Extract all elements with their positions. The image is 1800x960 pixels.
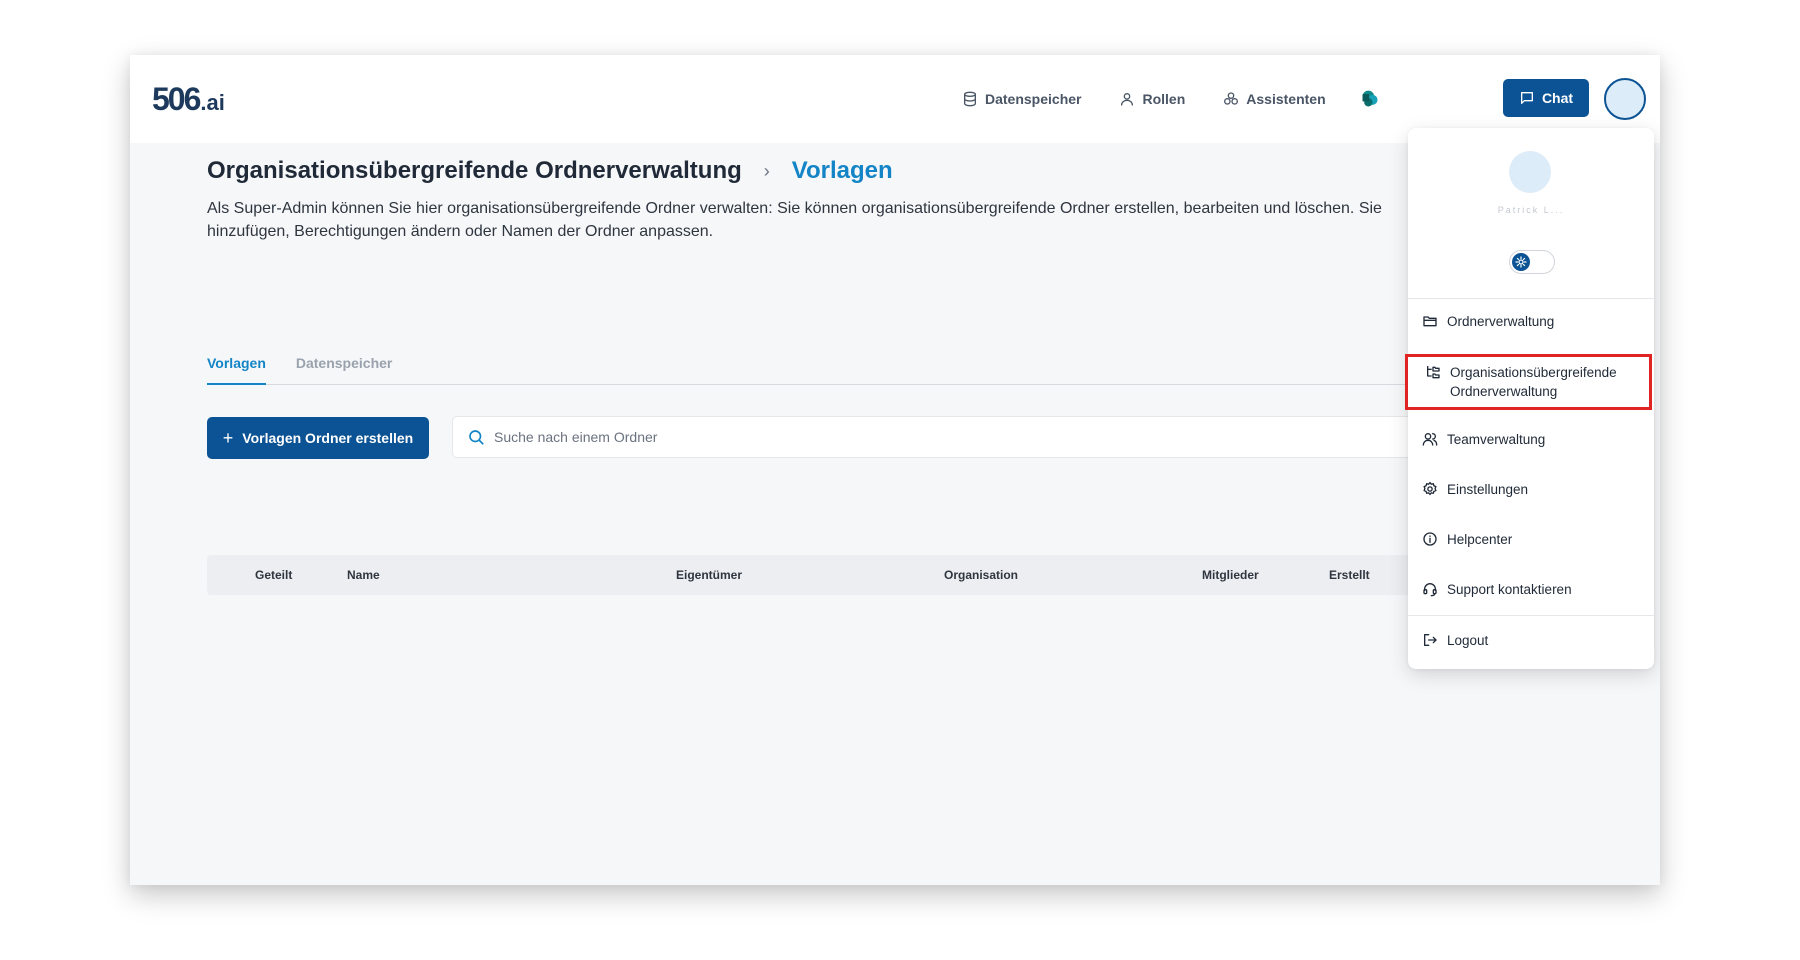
menu-divider: [1408, 298, 1654, 299]
logo-suffix: .ai: [200, 90, 225, 115]
menu-avatar: [1509, 151, 1551, 193]
menu-item-label: Teamverwaltung: [1447, 432, 1546, 447]
search-icon: [469, 430, 484, 445]
chat-button-label: Chat: [1541, 90, 1574, 106]
nav-item-label: Assistenten: [1246, 91, 1326, 107]
users-icon: [1422, 433, 1438, 446]
column-header-erstellt[interactable]: Erstellt: [1329, 568, 1370, 582]
sun-icon: [1515, 256, 1527, 268]
menu-item-label: Ordnerverwaltung: [1447, 314, 1555, 329]
database-icon: [964, 91, 976, 107]
main-nav: Datenspeicher Rollen Assistenten: [962, 84, 1380, 114]
tab-bar: Vorlagen Datenspeicher: [207, 355, 1437, 385]
nav-item-label: Datenspeicher: [985, 91, 1082, 107]
menu-item-label: Einstellungen: [1447, 482, 1529, 497]
menu-item-logout[interactable]: Logout: [1422, 631, 1642, 650]
nav-item-rollen[interactable]: Rollen: [1119, 91, 1185, 107]
tab-vorlagen[interactable]: Vorlagen: [207, 355, 266, 385]
theme-toggle[interactable]: [1509, 250, 1555, 274]
menu-item-label: Helpcenter: [1447, 532, 1513, 547]
headset-icon: [1423, 583, 1437, 597]
user-menu-dropdown: Patrick L... Ordnerverwaltung Organisati…: [1405, 128, 1654, 669]
plugin-brand-icon[interactable]: [1360, 89, 1380, 109]
folder-icon: [1423, 316, 1437, 327]
column-header-mitglieder[interactable]: Mitglieder: [1202, 568, 1259, 582]
nav-item-datenspeicher[interactable]: Datenspeicher: [962, 91, 1081, 107]
gear-icon: [1423, 481, 1437, 496]
create-template-folder-button[interactable]: + Vorlagen Ordner erstellen: [207, 417, 429, 459]
info-icon: [1423, 532, 1437, 546]
app-window: 506 .ai Datenspeicher Rollen Assistenten…: [130, 55, 1660, 885]
search-input[interactable]: [494, 429, 1294, 445]
tab-datenspeicher[interactable]: Datenspeicher: [296, 355, 392, 385]
search-box: [452, 416, 1412, 458]
user-icon: [1121, 93, 1134, 106]
menu-item-label: Organisationsübergreifende Ordnerverwalt…: [1450, 365, 1617, 399]
column-header-organisation[interactable]: Organisation: [944, 568, 1018, 582]
menu-divider: [1408, 615, 1654, 616]
create-button-label: Vorlagen Ordner erstellen: [242, 430, 414, 446]
chat-bubble-icon: [1520, 92, 1533, 104]
menu-item-label: Logout: [1447, 633, 1489, 648]
nav-item-label: Rollen: [1142, 91, 1186, 107]
menu-item-ordnerverwaltung[interactable]: Ordnerverwaltung: [1422, 312, 1642, 331]
breadcrumb-separator: ›: [763, 160, 770, 181]
menu-item-helpcenter[interactable]: Helpcenter: [1422, 530, 1642, 549]
page-header: Organisationsübergreifende Ordnerverwalt…: [207, 155, 1407, 243]
column-header-geteilt[interactable]: Geteilt: [255, 568, 292, 582]
logout-icon: [1424, 634, 1437, 646]
nav-item-assistenten[interactable]: Assistenten: [1223, 91, 1326, 107]
assistants-icon: [1224, 92, 1239, 105]
avatar[interactable]: [1604, 78, 1646, 120]
logo-number: 506: [152, 81, 201, 117]
breadcrumb-root[interactable]: Organisationsübergreifende Ordnerverwalt…: [207, 157, 742, 185]
knob: [1512, 253, 1530, 271]
menu-item-support-kontaktieren[interactable]: Support kontaktieren: [1422, 580, 1642, 599]
table-header: Geteilt Name Eigentümer Organisation Mit…: [207, 555, 1427, 595]
breadcrumb: Organisationsübergreifende Ordnerverwalt…: [207, 155, 1407, 187]
plus-icon: +: [222, 428, 234, 448]
column-header-eigentuemer[interactable]: Eigentümer: [676, 568, 742, 582]
menu-item-organisationsuebergreifende-ordnerverwaltung[interactable]: Organisationsübergreifende Ordnerverwalt…: [1405, 354, 1652, 410]
folder-tree-icon: [1427, 366, 1440, 379]
page-description: Als Super-Admin können Sie hier organisa…: [207, 200, 1382, 240]
logo[interactable]: 506 .ai: [152, 81, 225, 118]
menu-username: Patrick L...: [1497, 205, 1565, 215]
menu-item-einstellungen[interactable]: Einstellungen: [1422, 480, 1642, 499]
menu-item-teamverwaltung[interactable]: Teamverwaltung: [1422, 430, 1642, 449]
chat-button[interactable]: Chat: [1503, 79, 1589, 117]
column-header-name[interactable]: Name: [347, 568, 380, 582]
breadcrumb-current: Vorlagen: [791, 157, 893, 184]
menu-item-label: Support kontaktieren: [1447, 582, 1572, 597]
